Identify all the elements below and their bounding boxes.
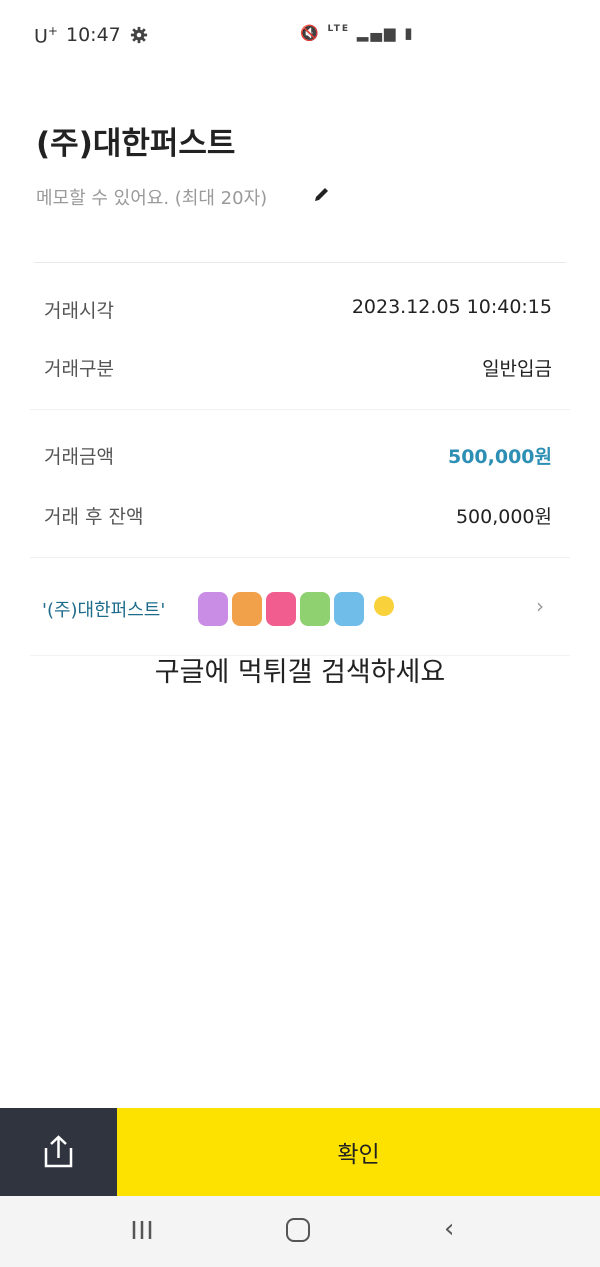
status-bar: U+ 10:47 🔇 LTE ▂▄▆ ▮ [0,0,600,70]
recent-apps-icon[interactable] [130,1218,154,1242]
confirm-button[interactable]: 확인 [117,1108,600,1196]
counterparty-link[interactable]: '(주)대한퍼스트' [42,596,165,622]
watermark-logo [196,586,406,634]
battery-icon: ▮ [404,24,415,42]
bottom-action-bar: 확인 [0,1108,600,1196]
detail-label-balance: 거래 후 잔액 [44,506,144,528]
pencil-icon[interactable] [312,184,332,209]
page-title: (주)대한퍼스트 [36,126,236,162]
gear-icon [130,26,148,49]
detail-value-amount: 500,000원 [447,446,552,468]
detail-label-amount: 거래금액 [44,446,114,468]
detail-label-type: 거래구분 [44,358,114,380]
share-button[interactable] [0,1108,117,1196]
clock: 10:47 [66,24,121,46]
divider [30,557,570,558]
detail-value-type: 일반입금 [482,358,552,380]
detail-value-time: 2023.12.05 10:40:15 [351,296,552,318]
chevron-right-icon[interactable]: › [536,594,544,618]
divider [30,655,570,656]
detail-value-balance: 500,000원 [455,506,552,528]
back-icon[interactable]: ‹ [444,1214,454,1244]
system-icons: 🔇 LTE ▂▄▆ ▮ [300,24,414,42]
carrier-label: U+ [34,24,58,48]
lte-label: LTE [327,24,351,34]
home-icon[interactable] [286,1218,310,1242]
detail-label-time: 거래시각 [44,300,114,322]
mute-icon: 🔇 [300,24,321,42]
memo-input[interactable]: 메모할 수 있어요. (최대 20자) [36,184,267,210]
divider [30,409,570,410]
divider [34,262,566,263]
navigation-bar: ‹ [0,1196,600,1267]
signal-icon: ▂▄▆ [356,24,398,42]
